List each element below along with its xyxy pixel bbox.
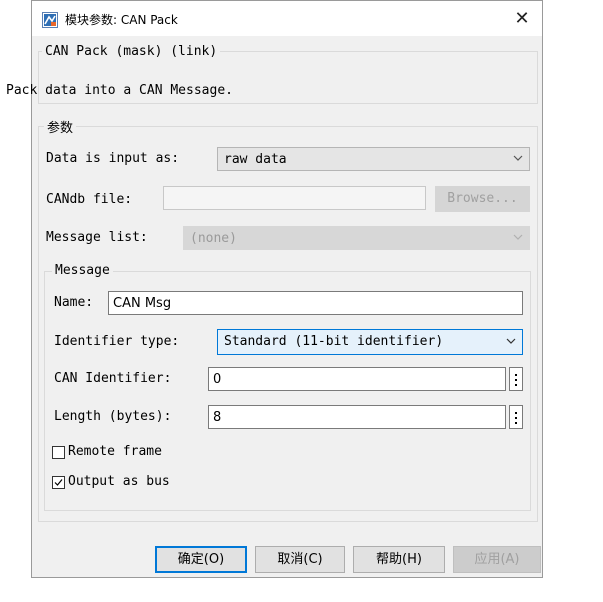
checkbox-unchecked-icon[interactable] <box>52 446 65 459</box>
data-input-label: Data is input as: <box>46 151 180 166</box>
chevron-down-icon <box>513 155 523 161</box>
chevron-down-icon <box>513 234 523 240</box>
close-icon[interactable]: ✕ <box>502 1 542 36</box>
description-group-title: CAN Pack (mask) (link) <box>42 44 221 59</box>
browse-button: Browse... <box>435 186 530 212</box>
can-identifier-value: 0 <box>213 372 222 387</box>
message-list-label: Message list: <box>46 230 148 245</box>
can-identifier-input[interactable]: 0 <box>208 367 506 391</box>
length-value: 8 <box>213 410 222 425</box>
name-label: Name: <box>54 295 94 310</box>
apply-button: 应用(A) <box>453 546 541 573</box>
length-options-button[interactable] <box>509 405 523 429</box>
output-as-bus-label: Output as bus <box>68 474 170 489</box>
checkbox-checked-icon[interactable] <box>52 476 65 489</box>
parameters-group-title: 参数 <box>44 117 77 136</box>
window-title: 模块参数: CAN Pack <box>65 13 178 27</box>
description-text: Pack data into a CAN Message. <box>6 83 233 98</box>
identifier-type-value: Standard (11-bit identifier) <box>224 334 444 349</box>
ok-button[interactable]: 确定(O) <box>155 546 247 573</box>
name-value: CAN Msg <box>113 296 172 311</box>
message-group-title: Message <box>52 263 113 278</box>
identifier-type-label: Identifier type: <box>54 334 180 349</box>
message-list-value: (none) <box>190 231 237 246</box>
message-list-select: (none) <box>183 226 530 250</box>
length-input[interactable]: 8 <box>208 405 506 429</box>
title-bar: 模块参数: CAN Pack ✕ <box>32 1 542 36</box>
chevron-down-icon <box>506 338 516 344</box>
identifier-type-select[interactable]: Standard (11-bit identifier) <box>217 329 523 355</box>
remote-frame-label: Remote frame <box>68 444 162 459</box>
length-label: Length (bytes): <box>54 409 172 424</box>
help-button[interactable]: 帮助(H) <box>353 546 445 573</box>
candb-file-label: CANdb file: <box>46 192 133 207</box>
name-input[interactable]: CAN Msg <box>108 291 523 315</box>
candb-file-field <box>163 186 426 210</box>
block-parameters-dialog: 模块参数: CAN Pack ✕ CAN Pack (mask) (link) … <box>6 0 543 578</box>
can-identifier-options-button[interactable] <box>509 367 523 391</box>
can-identifier-label: CAN Identifier: <box>54 371 172 386</box>
cancel-button[interactable]: 取消(C) <box>255 546 345 573</box>
simulink-app-icon <box>42 12 58 28</box>
data-input-value: raw data <box>224 152 287 167</box>
data-input-select[interactable]: raw data <box>217 147 530 171</box>
